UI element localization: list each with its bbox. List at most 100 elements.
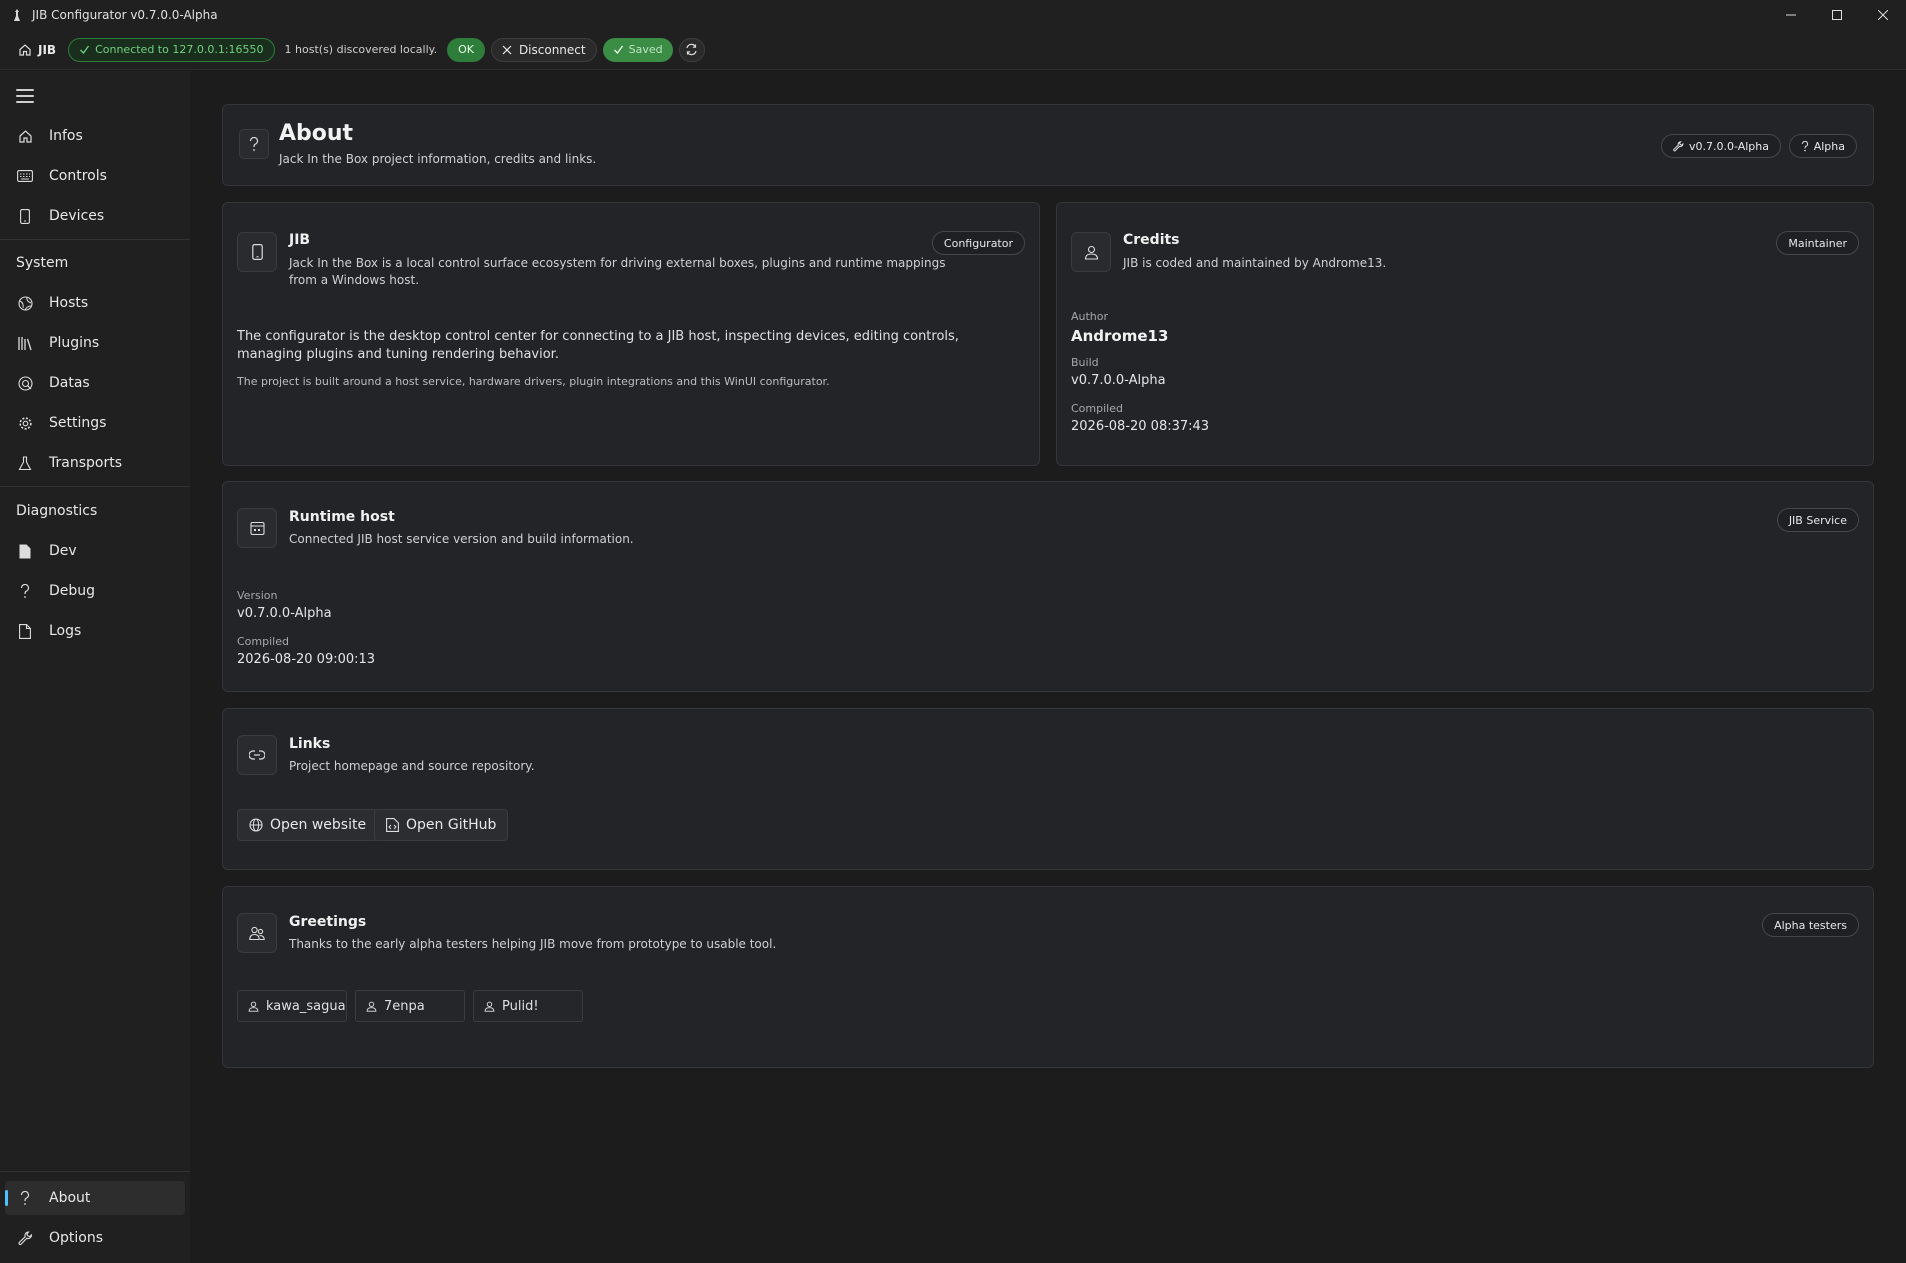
runtime-host-subtitle: Connected JIB host service version and b… [289,532,634,546]
links-subtitle: Project homepage and source repository. [289,759,535,773]
home-label: JIB [38,42,57,57]
links-title: Links [289,736,331,752]
document-icon [17,623,33,639]
sidebar-item-hosts[interactable]: Hosts [5,286,185,320]
data-icon [17,375,33,391]
people-icon [237,913,277,953]
flask-icon [17,455,33,471]
sidebar-item-devices[interactable]: Devices [5,199,185,233]
sidebar-item-datas[interactable]: Datas [5,366,185,400]
sidebar: Infos Controls Devices System Hosts Plug… [0,71,190,1263]
jib-service-badge: JIB Service [1776,508,1859,532]
credits-card-subtitle: JIB is coded and maintained by Androme13… [1123,256,1387,270]
refresh-button[interactable] [678,37,705,62]
tester-item: kawa_sagua [237,990,347,1022]
open-github-button[interactable]: Open GitHub [374,809,509,841]
device-icon [17,208,33,224]
runtime-host-title: Runtime host [289,509,395,525]
sidebar-divider [0,1171,190,1172]
sidebar-item-controls[interactable]: Controls [5,159,185,193]
sidebar-item-label: Debug [49,583,96,599]
wrench-icon [17,1230,33,1246]
open-website-button[interactable]: Open website [237,809,379,841]
home-button[interactable]: JIB [18,43,56,57]
runtime-host-card: Runtime host Connected JIB host service … [222,481,1874,692]
calendar-icon [237,508,277,548]
device-icon [237,232,277,272]
connection-label: Connected to 127.0.0.1:16550 [95,43,264,56]
sidebar-item-options[interactable]: Options [5,1221,185,1255]
tester-name: kawa_sagua [266,998,346,1014]
main-content: About Jack In the Box project informatio… [190,71,1906,1263]
page-subtitle: Jack In the Box project information, cre… [279,152,597,166]
tester-name: Pulid! [502,998,539,1014]
version-label: Version [237,589,278,602]
sidebar-item-label: Infos [49,128,83,144]
sidebar-item-label: Settings [49,415,107,431]
page-title: About [279,121,354,146]
saved-label: Saved [628,43,663,56]
person-icon [248,1001,259,1012]
sidebar-item-dev[interactable]: Dev [5,534,185,568]
about-header-card: About Jack In the Box project informatio… [222,104,1874,186]
sidebar-item-about[interactable]: About [5,1181,185,1215]
question-icon [17,1190,33,1206]
stage-badge: Alpha [1788,134,1857,158]
check-icon [613,45,623,55]
disconnect-button[interactable]: Disconnect [490,37,597,62]
sidebar-item-plugins[interactable]: Plugins [5,326,185,360]
maximize-button[interactable] [1814,0,1860,30]
close-icon [502,45,512,54]
hosts-discovered-text: 1 host(s) discovered locally. [284,43,438,56]
check-icon [80,45,90,55]
close-button[interactable] [1860,0,1906,30]
ok-badge: OK [447,37,485,62]
jib-card-note: The project is built around a host servi… [237,375,830,388]
jib-card-body: The configurator is the desktop control … [237,329,959,362]
compiled-value: 2026-08-20 09:00:13 [237,652,376,667]
menu-toggle-button[interactable] [16,89,34,103]
author-value: Androme13 [1071,327,1169,345]
home-icon [17,128,33,144]
greetings-card: Greetings Thanks to the early alpha test… [222,886,1874,1068]
tester-name: 7enpa [384,998,425,1014]
sidebar-section-diagnostics: Diagnostics [16,503,98,519]
sidebar-item-logs[interactable]: Logs [5,614,185,648]
sidebar-item-transports[interactable]: Transports [5,446,185,480]
title-bar: JIB Configurator v0.7.0.0-Alpha [0,0,1906,30]
refresh-icon [686,43,697,56]
person-icon [484,1001,495,1012]
app-icon [10,8,24,22]
open-github-label: Open GitHub [406,817,497,833]
sidebar-item-infos[interactable]: Infos [5,119,185,153]
window-controls [1768,0,1906,30]
jib-card: JIB Jack In the Box is a local control s… [222,202,1040,466]
greetings-subtitle: Thanks to the early alpha testers helpin… [289,937,777,951]
globe-icon [249,818,263,832]
maintainer-badge: Maintainer [1776,231,1859,255]
wrench-icon [1673,140,1684,151]
sidebar-item-label: Hosts [49,295,89,311]
sidebar-item-debug[interactable]: Debug [5,574,185,608]
person-icon [1071,232,1111,272]
sidebar-item-label: Devices [49,208,105,224]
globe-icon [17,295,33,311]
sidebar-item-label: Controls [49,168,107,184]
minimize-button[interactable] [1768,0,1814,30]
credits-card: Credits JIB is coded and maintained by A… [1056,202,1874,466]
person-icon [366,1001,377,1012]
links-card: Links Project homepage and source reposi… [222,708,1874,870]
compiled-label: Compiled [1071,402,1123,415]
stage-badge-label: Alpha [1813,139,1845,153]
sidebar-divider [0,486,190,487]
sidebar-item-settings[interactable]: Settings [5,406,185,440]
sidebar-section-system: System [16,255,69,271]
home-icon [19,43,31,56]
compiled-label: Compiled [237,635,289,648]
saved-badge: Saved [602,37,673,62]
configurator-badge: Configurator [931,231,1025,255]
disconnect-label: Disconnect [518,42,586,57]
connection-status-badge: Connected to 127.0.0.1:16550 [68,37,275,62]
version-badge: v0.7.0.0-Alpha [1661,134,1781,158]
library-icon [17,335,33,351]
